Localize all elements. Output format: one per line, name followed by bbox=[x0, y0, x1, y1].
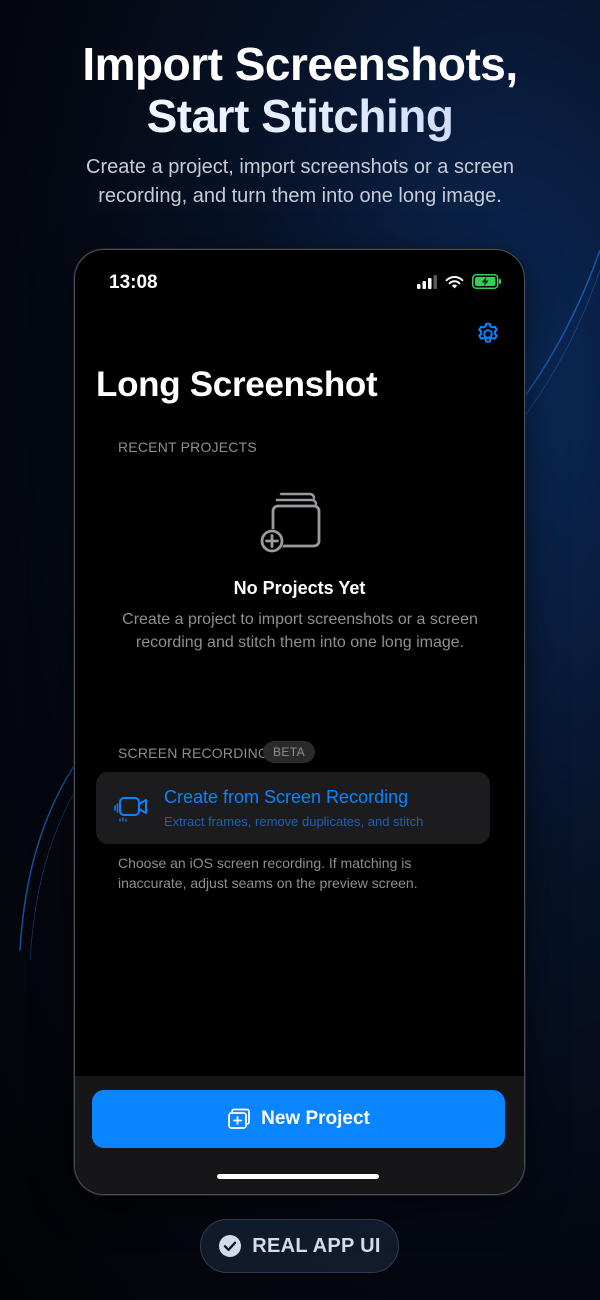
create-from-screen-recording-button[interactable]: Create from Screen Recording Extract fra… bbox=[96, 772, 490, 844]
screen-recording-note: Choose an iOS screen recording. If match… bbox=[118, 855, 418, 891]
new-project-button[interactable]: New Project bbox=[92, 1090, 505, 1148]
record-card-title: Create from Screen Recording bbox=[164, 787, 409, 807]
settings-button[interactable] bbox=[474, 320, 502, 348]
beta-badge: BETA bbox=[263, 741, 316, 763]
screen-recording-label: SCREEN RECORDING bbox=[118, 745, 269, 761]
battery-charging-icon bbox=[472, 274, 501, 289]
phone-frame: 13:08 Long Screenshot RECENT PROJECTS No… bbox=[74, 249, 525, 1195]
home-indicator bbox=[217, 1174, 379, 1179]
status-time: 13:08 bbox=[109, 272, 158, 293]
new-project-icon bbox=[228, 1108, 251, 1129]
recent-projects-label: RECENT PROJECTS bbox=[118, 439, 257, 455]
real-app-ui-badge: REAL APP UI bbox=[200, 1219, 399, 1273]
add-project-stack-icon bbox=[260, 492, 321, 553]
headline-line-1: Import Screenshots, bbox=[82, 38, 518, 90]
subtitle: Create a project, import screenshots or … bbox=[86, 156, 514, 207]
page-title: Long Screenshot bbox=[96, 365, 378, 404]
status-icons bbox=[417, 274, 502, 289]
headline: Import Screenshots, Start Stitching bbox=[0, 38, 600, 142]
cellular-signal-icon bbox=[417, 274, 437, 289]
empty-state-description: Create a project to import screenshots o… bbox=[122, 611, 478, 651]
empty-state-title: No Projects Yet bbox=[233, 578, 366, 598]
video-camera-icon bbox=[114, 797, 147, 822]
gear-icon bbox=[478, 322, 498, 343]
record-card-subtitle: Extract frames, remove duplicates, and s… bbox=[164, 814, 424, 829]
checkmark-circle-icon bbox=[219, 1235, 242, 1257]
real-app-ui-label: REAL APP UI bbox=[252, 1234, 381, 1257]
headline-line-2: Start Stitching bbox=[0, 90, 600, 142]
new-project-label: New Project bbox=[261, 1108, 370, 1129]
wifi-icon bbox=[445, 275, 464, 288]
